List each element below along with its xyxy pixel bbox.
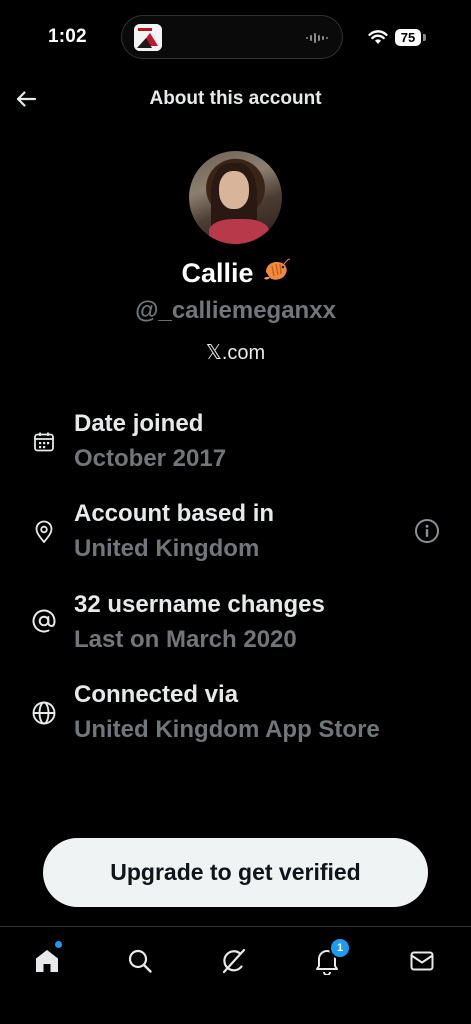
battery-indicator: 75 bbox=[395, 29, 421, 46]
info-row-date-joined: Date joined October 2017 bbox=[0, 404, 471, 484]
page-title: About this account bbox=[149, 88, 322, 109]
dynamic-island[interactable] bbox=[121, 15, 343, 59]
nav-home[interactable] bbox=[27, 941, 67, 981]
profile-website[interactable]: 𝕏.com bbox=[206, 340, 265, 365]
shrimp-icon bbox=[260, 258, 290, 289]
nav-grok[interactable] bbox=[214, 941, 254, 981]
audio-waveform-icon bbox=[306, 31, 328, 49]
info-icon[interactable] bbox=[414, 518, 440, 544]
nav-messages[interactable] bbox=[402, 941, 442, 981]
info-subtitle: October 2017 bbox=[74, 445, 227, 472]
nav-notifications[interactable]: 1 bbox=[307, 937, 351, 981]
battery-cap bbox=[423, 34, 426, 41]
new-content-dot bbox=[55, 941, 62, 948]
info-row-username-changes: 32 username changes Last on March 2020 bbox=[0, 585, 471, 665]
notification-count-badge: 1 bbox=[329, 937, 351, 959]
display-name: Callie bbox=[181, 258, 254, 288]
info-subtitle: United Kingdom bbox=[74, 535, 260, 562]
info-title: Account based in bbox=[74, 500, 275, 527]
home-icon bbox=[36, 950, 58, 972]
avatar-shirt bbox=[209, 219, 269, 244]
at-sign-icon bbox=[30, 607, 58, 635]
avatar[interactable] bbox=[189, 151, 282, 244]
upgrade-verified-button[interactable]: Upgrade to get verified bbox=[43, 838, 428, 907]
display-name-row: Callie bbox=[0, 258, 471, 289]
avatar-face bbox=[219, 171, 249, 209]
info-title: Connected via bbox=[74, 681, 239, 708]
calendar-icon bbox=[30, 428, 58, 456]
nav-search[interactable] bbox=[120, 941, 160, 981]
info-row-connected-via: Connected via United Kingdom App Store bbox=[0, 675, 471, 755]
wifi-icon bbox=[368, 30, 388, 50]
info-title: Date joined bbox=[74, 410, 204, 437]
mail-icon bbox=[410, 951, 434, 971]
grok-icon bbox=[222, 948, 246, 974]
bottom-nav: 1 bbox=[0, 926, 471, 1024]
info-subtitle: Last on March 2020 bbox=[74, 626, 297, 653]
info-subtitle: United Kingdom App Store bbox=[74, 716, 380, 743]
globe-icon bbox=[30, 699, 58, 727]
profile-website-row[interactable]: 𝕏.com bbox=[0, 340, 471, 365]
info-row-account-based: Account based in United Kingdom bbox=[0, 494, 471, 574]
location-pin-icon bbox=[30, 518, 58, 546]
now-playing-thumbnail bbox=[134, 24, 162, 51]
info-title: 32 username changes bbox=[74, 591, 325, 618]
search-icon bbox=[128, 949, 152, 973]
status-time: 1:02 bbox=[48, 26, 87, 47]
battery-percentage: 75 bbox=[400, 30, 416, 45]
profile-handle: @_calliemeganxx bbox=[135, 297, 336, 324]
upgrade-button-label: Upgrade to get verified bbox=[110, 859, 361, 885]
